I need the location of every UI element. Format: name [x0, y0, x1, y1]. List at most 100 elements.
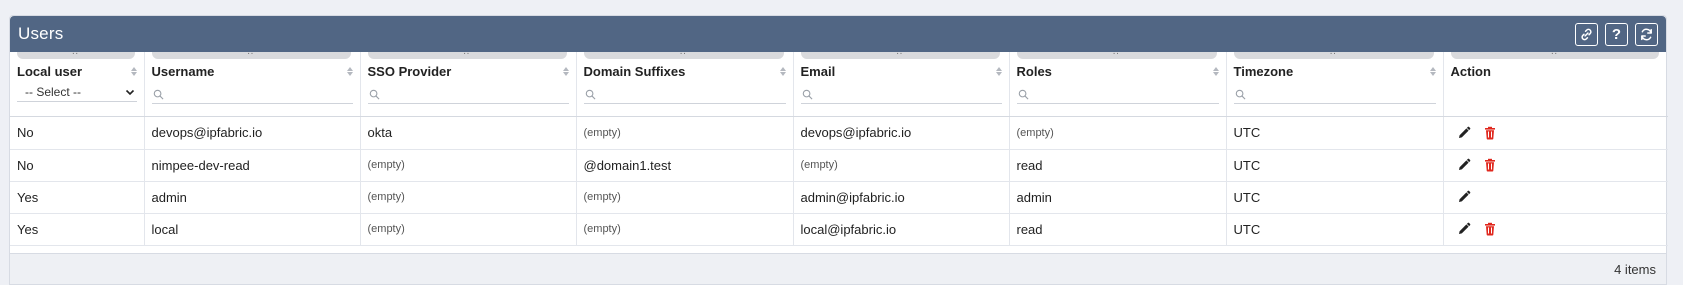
- edit-icon[interactable]: [1457, 190, 1471, 204]
- cell-local-user: Yes: [10, 213, 145, 246]
- search-icon: [1018, 89, 1029, 100]
- table-footer: 4 items: [10, 253, 1666, 284]
- column-drag-handle[interactable]: ··: [17, 51, 135, 59]
- delete-icon[interactable]: [1483, 222, 1497, 236]
- users-table: ·· Local user -- Select -- ·· Username ·…: [10, 51, 1668, 246]
- cell-timezone: UTC: [1226, 115, 1444, 150]
- search-icon: [153, 89, 164, 100]
- sort-icon[interactable]: [1212, 66, 1219, 76]
- users-panel: Users ? ·· Local user -- Select -- ·· Us…: [9, 15, 1668, 285]
- column-roles: ·· Roles: [1009, 51, 1227, 117]
- cell-action: [1443, 149, 1668, 182]
- email-filter-input[interactable]: [816, 87, 1002, 101]
- search-icon: [369, 89, 380, 100]
- cell-sso-provider: (empty): [360, 149, 577, 182]
- cell-roles: read: [1009, 213, 1227, 246]
- column-username: ·· Username: [144, 51, 361, 117]
- cell-sso-provider: okta: [360, 115, 577, 150]
- table-row[interactable]: Yes local (empty) (empty) local@ipfabric.io r…: [10, 213, 1668, 246]
- chevron-down-icon: [125, 87, 135, 97]
- cell-username: devops@ipfabric.io: [144, 115, 361, 150]
- column-drag-handle[interactable]: ··: [367, 51, 567, 59]
- sort-icon[interactable]: [346, 66, 353, 76]
- edit-icon[interactable]: [1457, 222, 1471, 236]
- copy-link-button[interactable]: [1575, 23, 1598, 46]
- sso-provider-filter: [367, 85, 569, 104]
- refresh-icon: [1639, 27, 1654, 42]
- cell-username: nimpee-dev-read: [144, 149, 361, 182]
- select-value: -- Select --: [25, 84, 82, 99]
- column-title[interactable]: Email: [801, 64, 836, 79]
- roles-filter-input[interactable]: [1032, 87, 1219, 101]
- sort-icon[interactable]: [130, 66, 137, 76]
- refresh-button[interactable]: [1635, 23, 1658, 46]
- panel-title: Users: [18, 24, 64, 43]
- item-count: 4 items: [1614, 261, 1656, 277]
- column-drag-handle[interactable]: ··: [1450, 51, 1659, 59]
- column-drag-handle[interactable]: ··: [151, 51, 351, 59]
- timezone-filter-input[interactable]: [1249, 87, 1436, 101]
- column-title[interactable]: Domain Suffixes: [584, 64, 686, 79]
- domain-suffixes-filter-input[interactable]: [599, 87, 786, 101]
- cell-email: (empty): [793, 149, 1010, 182]
- delete-icon[interactable]: [1483, 158, 1497, 172]
- cell-timezone: UTC: [1226, 149, 1444, 182]
- cell-email: local@ipfabric.io: [793, 213, 1010, 246]
- cell-email: devops@ipfabric.io: [793, 115, 1010, 150]
- sso-provider-filter-input[interactable]: [383, 87, 569, 101]
- table-body: No devops@ipfabric.io okta (empty) devops@ip…: [10, 115, 1668, 246]
- cell-local-user: No: [10, 115, 145, 150]
- column-title[interactable]: Username: [152, 64, 215, 79]
- cell-username: admin: [144, 181, 361, 214]
- help-button[interactable]: ?: [1605, 23, 1628, 46]
- header-row: ·· Local user -- Select -- ·· Username ·…: [10, 51, 1668, 117]
- table-row[interactable]: No nimpee-dev-read (empty) @domain1.test (em…: [10, 149, 1668, 182]
- search-icon: [585, 89, 596, 100]
- column-drag-handle[interactable]: ··: [1016, 51, 1217, 59]
- domain-suffixes-filter: [583, 85, 786, 104]
- cell-domain-suffixes: (empty): [576, 181, 794, 214]
- edit-icon[interactable]: [1457, 158, 1471, 172]
- column-local-user: ·· Local user -- Select --: [10, 51, 145, 117]
- column-title: Action: [1450, 63, 1491, 79]
- column-drag-handle[interactable]: ··: [583, 51, 784, 59]
- username-filter: [151, 85, 353, 104]
- edit-icon[interactable]: [1457, 126, 1471, 140]
- link-icon: [1579, 27, 1594, 42]
- header-buttons: ?: [1575, 23, 1658, 46]
- cell-roles: read: [1009, 149, 1227, 182]
- local-user-filter-select[interactable]: -- Select --: [17, 82, 137, 102]
- cell-local-user: Yes: [10, 181, 145, 214]
- column-drag-handle[interactable]: ··: [800, 51, 1000, 59]
- email-filter: [800, 85, 1002, 104]
- column-drag-handle[interactable]: ··: [1233, 51, 1434, 59]
- column-sso-provider: ·· SSO Provider: [360, 51, 577, 117]
- sort-icon[interactable]: [995, 66, 1002, 76]
- cell-action: [1443, 213, 1668, 246]
- column-title[interactable]: SSO Provider: [368, 64, 452, 79]
- cell-domain-suffixes: (empty): [576, 115, 794, 150]
- column-title[interactable]: Local user: [17, 64, 82, 79]
- roles-filter: [1016, 85, 1219, 104]
- table-row[interactable]: No devops@ipfabric.io okta (empty) devops@ip…: [10, 115, 1668, 150]
- sort-icon[interactable]: [1429, 66, 1436, 76]
- sort-icon[interactable]: [562, 66, 569, 76]
- search-icon: [802, 89, 813, 100]
- cell-sso-provider: (empty): [360, 213, 577, 246]
- table-row[interactable]: Yes admin (empty) (empty) admin@ipfabric.io a…: [10, 181, 1668, 214]
- cell-username: local: [144, 213, 361, 246]
- panel-header: Users ?: [10, 16, 1666, 52]
- cell-domain-suffixes: (empty): [576, 213, 794, 246]
- cell-roles: (empty): [1009, 115, 1227, 150]
- delete-icon[interactable]: [1483, 126, 1497, 140]
- username-filter-input[interactable]: [167, 87, 353, 101]
- column-email: ·· Email: [793, 51, 1010, 117]
- cell-action: [1443, 115, 1668, 150]
- cell-roles: admin: [1009, 181, 1227, 214]
- column-title[interactable]: Timezone: [1234, 64, 1294, 79]
- sort-icon[interactable]: [779, 66, 786, 76]
- column-domain-suffixes: ·· Domain Suffixes: [576, 51, 794, 117]
- column-action: ·· Action: [1443, 51, 1668, 117]
- column-title[interactable]: Roles: [1017, 64, 1052, 79]
- timezone-filter: [1233, 85, 1436, 104]
